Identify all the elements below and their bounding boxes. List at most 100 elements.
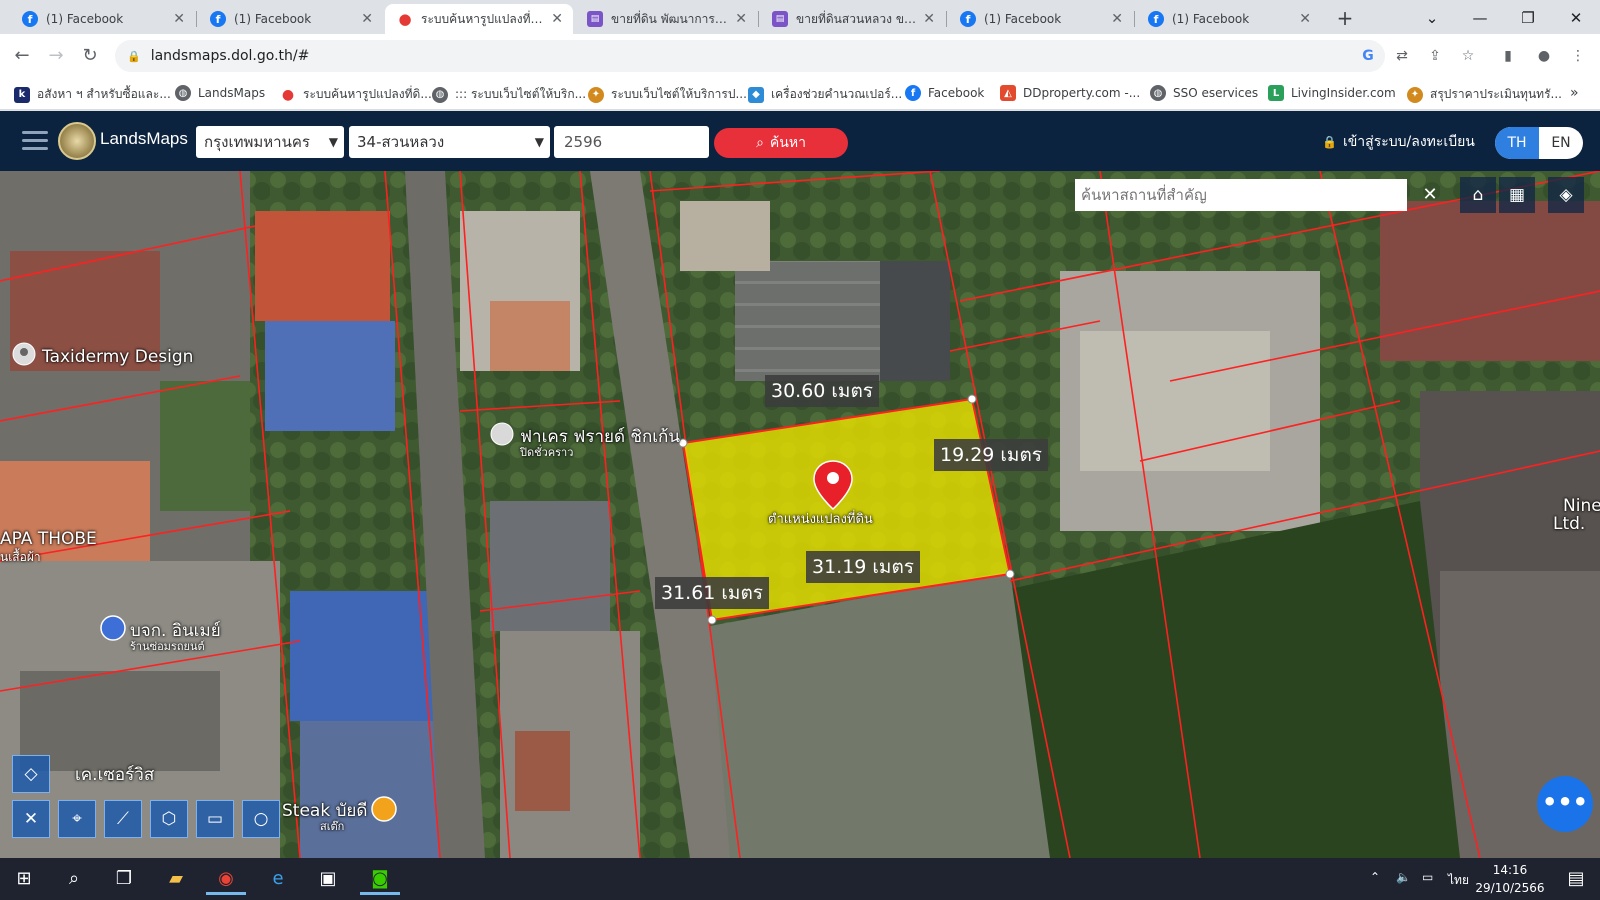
network-icon[interactable]: ▭ <box>1422 870 1433 884</box>
chevron-up-icon[interactable]: ⌃ <box>1370 870 1380 884</box>
parcel-vertex[interactable] <box>707 615 717 625</box>
bookmark-item[interactable]: ✦ ระบบเว็บไซต์ให้บริการป... <box>588 85 747 104</box>
back-button[interactable]: ← <box>10 44 34 68</box>
map-canvas[interactable]: Taxidermy Design ฟาเคร ฟรายด์ ชิกเก้น ปิ… <box>0 171 1600 858</box>
parcel-vertex[interactable] <box>1005 569 1015 579</box>
shop-pin-icon[interactable] <box>100 615 126 641</box>
province-select[interactable]: กรุงเทพมหานคร ▼ <box>196 126 344 158</box>
lang-en-button[interactable]: EN <box>1539 127 1583 159</box>
tab-facebook-3[interactable]: f (1) Facebook ✕ <box>948 4 1133 34</box>
task-view-icon[interactable]: ❐ <box>104 863 144 895</box>
volume-icon[interactable]: 🔈 <box>1396 870 1411 884</box>
food-pin-icon[interactable] <box>371 796 397 822</box>
tab-listing-2[interactable]: ▤ ขายที่ดินสวนหลวง ขายที่ ✕ <box>760 4 945 34</box>
tab-landsmaps[interactable]: ● ระบบค้นหารูปแปลงที่ดิน ✕ <box>385 4 573 34</box>
browser-toolbar: ← → ↻ 🔒 landsmaps.dol.go.th/# G ⇄ ⇪ ☆ ▮ … <box>0 34 1600 78</box>
login-link[interactable]: 🔒 เข้าสู่ระบบ/ลงทะเบียน <box>1322 131 1475 153</box>
hamburger-menu-icon[interactable] <box>22 131 48 151</box>
windows-taskbar: ⊞ ⌕ ❐ ▰ ◉ e ▣ ◙ ⌃ 🔈 ▭ ไทย 14:16 29/10/25… <box>0 858 1600 900</box>
restaurant-pin-icon[interactable] <box>490 422 514 446</box>
lock-icon[interactable]: 🔒 <box>127 50 141 63</box>
parcel-vertex[interactable] <box>678 438 688 448</box>
grid-icon[interactable]: ▦ <box>1499 177 1535 213</box>
bookmark-item[interactable]: f Facebook <box>905 85 984 101</box>
menu-icon[interactable]: ⋮ <box>1568 46 1588 66</box>
tab-title: ระบบค้นหารูปแปลงที่ดิน <box>421 11 546 26</box>
tab-facebook-4[interactable]: f (1) Facebook ✕ <box>1136 4 1321 34</box>
close-icon[interactable]: ✕ <box>1299 11 1311 27</box>
clock[interactable]: 14:16 29/10/2566 <box>1470 861 1550 897</box>
home-icon[interactable]: ⌂ <box>1460 177 1496 213</box>
profile-icon[interactable]: ● <box>1534 46 1554 66</box>
tab-facebook-1[interactable]: f (1) Facebook ✕ <box>10 4 195 34</box>
edge-icon[interactable]: e <box>258 863 298 895</box>
google-icon[interactable]: G <box>1358 46 1378 66</box>
tab-listing-1[interactable]: ▤ ขายที่ดิน พัฒนาการ30 / ✕ <box>575 4 757 34</box>
forward-button[interactable]: → <box>44 44 68 68</box>
share-icon[interactable]: ⇪ <box>1425 46 1445 66</box>
search-icon[interactable]: ⌕ <box>54 863 94 895</box>
close-icon[interactable]: ✕ <box>923 11 935 27</box>
bookmark-item[interactable]: ◍::: ระบบเว็บไซต์ให้บริก... <box>432 85 586 104</box>
polyline-tool-icon[interactable]: ⟋ <box>104 800 142 838</box>
new-tab-button[interactable]: + <box>1332 6 1358 32</box>
bookmark-item[interactable]: ✦ สรุปราคาประเมินทุนทรั... <box>1407 85 1562 104</box>
input-language[interactable]: ไทย <box>1448 871 1469 890</box>
bookmark-item[interactable]: ◍ LandsMaps <box>175 85 265 101</box>
bookmark-item[interactable]: ◭ DDproperty.com -... <box>1000 85 1140 101</box>
notification-icon[interactable]: ▤ <box>1556 863 1596 895</box>
eraser-tool-icon[interactable]: ◇ <box>12 755 50 793</box>
reload-button[interactable]: ↻ <box>78 44 102 68</box>
star-icon[interactable]: ☆ <box>1458 46 1478 66</box>
tab-title: (1) Facebook <box>984 12 1062 26</box>
bookmark-item[interactable]: L LivingInsider.com <box>1268 85 1396 101</box>
parcel-vertex[interactable] <box>967 394 977 404</box>
place-search-input[interactable] <box>1075 179 1407 211</box>
close-icon[interactable]: ✕ <box>361 11 373 27</box>
layers-icon[interactable]: ◈ <box>1548 177 1584 213</box>
place-label[interactable]: เค.เซอร์วิส <box>75 761 154 788</box>
search-button[interactable]: ⌕ ค้นหา <box>714 128 848 158</box>
close-icon[interactable]: ✕ <box>551 11 563 27</box>
tab-facebook-2[interactable]: f (1) Facebook ✕ <box>198 4 383 34</box>
district-select[interactable]: 34-สวนหลวง ▼ <box>349 126 550 158</box>
bookmark-item[interactable]: ◍ SSO eservices <box>1150 85 1258 101</box>
chrome-icon[interactable]: ◉ <box>206 863 246 895</box>
circle-tool-icon[interactable]: ○ <box>242 800 280 838</box>
translate-icon[interactable]: ⇄ <box>1392 46 1412 66</box>
measure-tool-icon[interactable]: ✕ <box>12 800 50 838</box>
bookmark-label: อสังหา ฯ สำหรับซื้อและ... <box>37 87 171 101</box>
clear-search-button[interactable]: ✕ <box>1414 179 1446 211</box>
windows-start-icon[interactable]: ⊞ <box>4 863 44 895</box>
camera-app-icon[interactable]: ▣ <box>308 863 348 895</box>
bookmark-item[interactable]: ◆ เครื่องช่วยคำนวณเปอร์... <box>748 85 902 104</box>
doc-icon: ▤ <box>772 11 788 27</box>
close-icon[interactable]: ✕ <box>173 11 185 27</box>
bookmarks-overflow-button[interactable]: » <box>1570 85 1579 101</box>
close-icon[interactable]: ✕ <box>1111 11 1123 27</box>
lang-th-button[interactable]: TH <box>1495 127 1539 159</box>
polygon-tool-icon[interactable]: ⬡ <box>150 800 188 838</box>
minimize-button[interactable]: — <box>1460 4 1500 32</box>
chat-button[interactable]: ••• <box>1537 776 1593 832</box>
place-label[interactable]: Taxidermy Design <box>42 347 193 367</box>
tab-search-button[interactable]: ⌄ <box>1412 4 1452 32</box>
marker-tool-icon[interactable]: ⌖ <box>58 800 96 838</box>
line-app-icon[interactable]: ◙ <box>360 863 400 895</box>
maximize-button[interactable]: ❐ <box>1508 4 1548 32</box>
bookmark-item[interactable]: ● ระบบค้นหารูปแปลงที่ดิ... <box>280 85 432 104</box>
place-label[interactable]: Ltd. <box>1553 514 1585 534</box>
facebook-icon: f <box>960 11 976 27</box>
address-bar[interactable]: 🔒 landsmaps.dol.go.th/# <box>115 40 1385 72</box>
place-label[interactable]: APA THOBE <box>0 529 97 549</box>
dimension-label-bottom: 31.19 เมตร <box>806 551 920 583</box>
rectangle-tool-icon[interactable]: ▭ <box>196 800 234 838</box>
close-window-button[interactable]: ✕ <box>1556 4 1596 32</box>
place-label[interactable]: Nine <box>1563 496 1600 516</box>
bookmark-item[interactable]: k อสังหา ฯ สำหรับซื้อและ... <box>14 85 171 104</box>
close-icon[interactable]: ✕ <box>735 11 747 27</box>
side-panel-icon[interactable]: ▮ <box>1498 46 1518 66</box>
file-explorer-icon[interactable]: ▰ <box>156 863 196 895</box>
parcel-number-input[interactable] <box>554 126 709 158</box>
place-pin-icon[interactable] <box>12 342 36 366</box>
